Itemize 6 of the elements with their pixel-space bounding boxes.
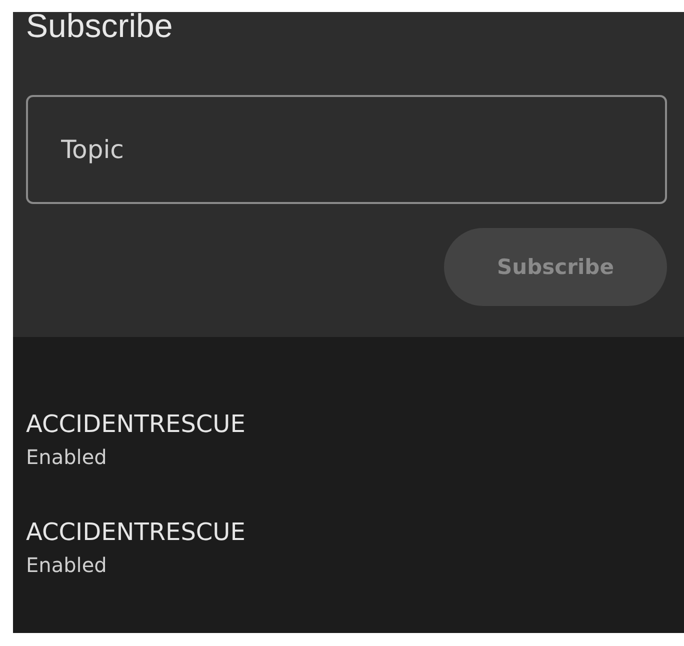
topic-status: Enabled — [26, 552, 108, 579]
topic-field[interactable]: Topic — [26, 95, 667, 204]
panel-title: Subscribe — [26, 12, 174, 43]
topic-name: ACCIDENTRESCUE — [26, 409, 246, 439]
topic-status: Enabled — [26, 444, 108, 471]
topic-name: ACCIDENTRESCUE — [26, 517, 246, 547]
